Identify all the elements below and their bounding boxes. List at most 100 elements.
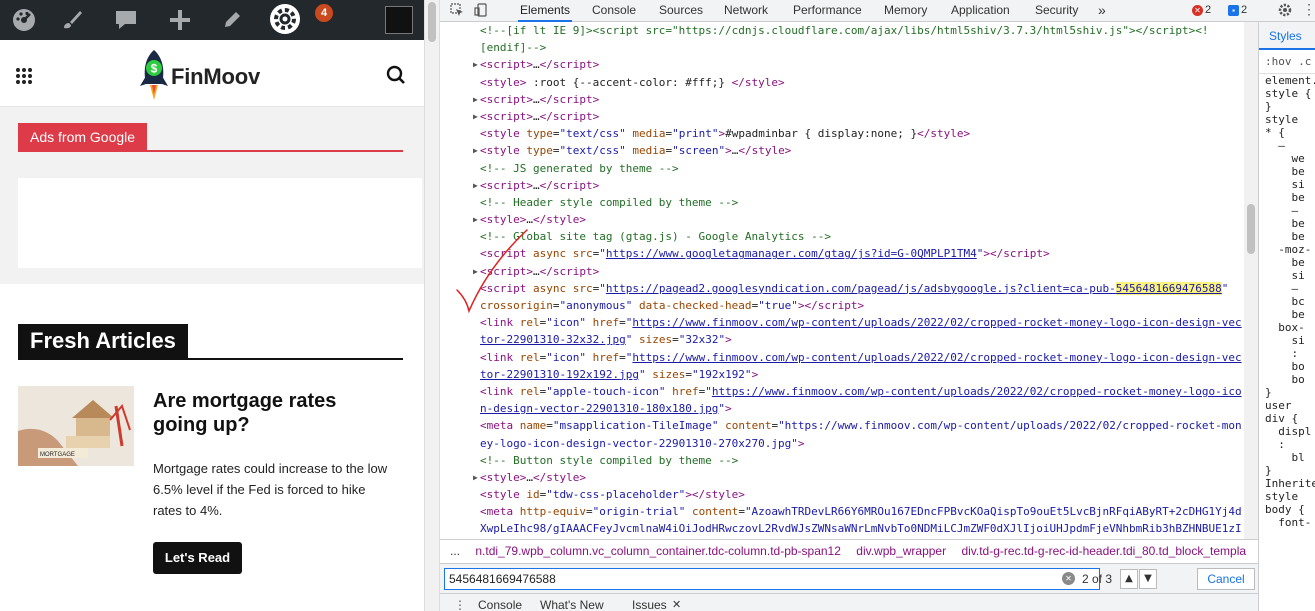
find-input[interactable]: 5456481669476588 xyxy=(444,568,1100,590)
dom-node-line[interactable]: <meta name="msapplication-TileImage" con… xyxy=(440,417,1250,434)
breadcrumb-item[interactable]: div.td-g-rec.td-g-rec-id-header.tdi_80.t… xyxy=(961,540,1246,563)
expand-triangle-icon[interactable]: ▶ xyxy=(473,91,478,108)
dom-node-code: <script>…</script> xyxy=(480,109,600,123)
dom-node-code: <!--[if lt IE 9]><script src="https://cd… xyxy=(480,24,1209,37)
ads-section: Ads from Google xyxy=(0,107,424,284)
article-title[interactable]: Are mortgage rates going up? xyxy=(153,389,393,437)
more-tabs-button[interactable]: » xyxy=(1096,0,1108,22)
dom-node-line[interactable]: <link rel="icon" href="https://www.finmo… xyxy=(440,314,1250,331)
breadcrumb-item[interactable]: div.wpb_wrapper xyxy=(856,540,946,563)
style-rule-line: } xyxy=(1265,464,1272,477)
dom-scrollbar-thumb[interactable] xyxy=(1247,204,1255,254)
clear-search-icon[interactable]: ✕ xyxy=(1062,572,1075,585)
tab-elements[interactable]: Elements xyxy=(518,0,573,22)
dom-node-line[interactable]: <style type="text/css" media="print">#wp… xyxy=(440,125,1250,142)
styles-filter-bar[interactable]: :hov .c xyxy=(1259,50,1315,74)
dom-node-line[interactable]: <link rel="icon" href="https://www.finmo… xyxy=(440,349,1250,366)
expand-triangle-icon[interactable]: ▶ xyxy=(473,108,478,125)
dom-node-line[interactable]: XwpLeIhc98/gIAAACFeyJvcmlnaW4iOiJodHRwcz… xyxy=(440,520,1250,537)
website-viewport: 4 $ FinMoov Ads from Google Fresh Articl… xyxy=(0,0,424,611)
thumbnail-caption: MORTGAGE xyxy=(40,452,75,458)
dom-node-line[interactable]: ▶ <style>…</style> xyxy=(440,211,1250,228)
dom-node-line[interactable]: ▶ <script>…</script> xyxy=(440,177,1250,194)
theme-settings-gear-icon[interactable] xyxy=(269,3,301,35)
search-icon[interactable] xyxy=(386,65,406,85)
dom-node-line[interactable]: tor-22901310-32x32.jpg" sizes="32x32"> xyxy=(440,331,1250,348)
user-avatar[interactable] xyxy=(385,6,413,34)
dom-node-line[interactable]: <!-- Header style compiled by theme --> xyxy=(440,194,1250,211)
new-content-plus-icon[interactable] xyxy=(166,7,194,33)
expand-triangle-icon[interactable]: ▶ xyxy=(473,177,478,194)
dom-node-line[interactable]: tor-22901310-192x192.jpg" sizes="192x192… xyxy=(440,366,1250,383)
dom-node-line[interactable]: <style id="tdw-css-placeholder"></style> xyxy=(440,486,1250,503)
expand-triangle-icon[interactable]: ▶ xyxy=(473,142,478,159)
site-logo[interactable]: $ FinMoov xyxy=(137,48,287,104)
dom-node-line[interactable]: <!--[if lt IE 9]><script src="https://cd… xyxy=(440,22,1250,39)
expand-triangle-icon[interactable]: ▶ xyxy=(473,263,478,280)
tab-application[interactable]: Application xyxy=(949,0,1012,22)
dom-node-line[interactable]: ▶ <script>…</script> xyxy=(440,56,1250,73)
tab-sources[interactable]: Sources xyxy=(657,0,705,22)
dom-node-line[interactable]: crossorigin="anonymous" data-checked-hea… xyxy=(440,297,1250,314)
dom-node-line[interactable]: <meta http-equiv="origin-trial" content=… xyxy=(440,503,1250,520)
breadcrumb-item[interactable]: n.tdi_79.wpb_column.vc_column_container.… xyxy=(475,540,841,563)
cancel-find-button[interactable]: Cancel xyxy=(1197,568,1255,590)
tab-security[interactable]: Security xyxy=(1033,0,1080,22)
tab-console[interactable]: Console xyxy=(590,0,638,22)
ad-slot[interactable] xyxy=(18,178,422,268)
expand-triangle-icon[interactable]: ▶ xyxy=(473,469,478,486)
style-rule-line: si xyxy=(1265,334,1305,347)
breadcrumb-ellipsis[interactable]: ... xyxy=(450,540,460,563)
settings-gear-icon[interactable] xyxy=(1278,3,1292,17)
dom-node-line[interactable]: ▶ <script>…</script> xyxy=(440,91,1250,108)
expand-triangle-icon[interactable]: ▶ xyxy=(473,211,478,228)
edit-pencil-icon[interactable] xyxy=(218,7,246,33)
page-scrollbar[interactable] xyxy=(424,0,440,611)
drawer-tab-console[interactable]: Console xyxy=(478,594,522,611)
dom-node-line[interactable]: ▶ <script>…</script> xyxy=(440,263,1250,280)
previous-match-button[interactable]: ▲ xyxy=(1120,569,1138,589)
dom-node-line[interactable]: ey-logo-icon-design-vector-22901310-270x… xyxy=(440,435,1250,452)
close-issues-icon[interactable]: ✕ xyxy=(672,594,681,611)
drawer-menu-icon[interactable]: ⋮ xyxy=(454,594,466,611)
dom-node-line[interactable]: <script async src="https://pagead2.googl… xyxy=(440,280,1250,297)
tab-network[interactable]: Network xyxy=(722,0,770,22)
dom-node-line[interactable]: n-design-vector-22901310-180x180.jpg"> xyxy=(440,400,1250,417)
dom-tree[interactable]: <!--[if lt IE 9]><script src="https://cd… xyxy=(440,22,1250,539)
dom-node-line[interactable]: <link rel="apple-touch-icon" href="https… xyxy=(440,383,1250,400)
next-match-button[interactable]: ▼ xyxy=(1139,569,1157,589)
dom-node-line[interactable]: <!-- JS generated by theme --> xyxy=(440,160,1250,177)
tab-styles[interactable]: Styles xyxy=(1259,22,1315,50)
dom-node-line[interactable]: <!-- Global site tag (gtag.js) - Google … xyxy=(440,228,1250,245)
drawer-tab-issues[interactable]: Issues xyxy=(632,594,667,611)
lets-read-button[interactable]: Let's Read xyxy=(153,542,242,574)
menu-grid-icon[interactable] xyxy=(16,68,33,85)
style-rule-line: — xyxy=(1265,139,1285,152)
article-excerpt: Mortgage rates could increase to the low… xyxy=(153,461,388,518)
dom-node-line[interactable]: ▶ <script>…</script> xyxy=(440,108,1250,125)
dom-scrollbar[interactable] xyxy=(1244,22,1258,539)
inspect-element-icon[interactable] xyxy=(450,3,464,17)
dom-node-line[interactable]: [endif]--> xyxy=(440,39,1250,56)
page-scrollbar-thumb[interactable] xyxy=(428,2,436,42)
dom-node-line[interactable]: <style> :root {--accent-color: #fff;} </… xyxy=(440,74,1250,91)
errors-counter[interactable]: ✕ 2 xyxy=(1192,3,1211,18)
dom-node-line[interactable]: <script async src="https://www.googletag… xyxy=(440,245,1250,262)
more-options-icon[interactable]: ⋮ xyxy=(1302,2,1315,17)
customize-brush-icon[interactable] xyxy=(58,7,86,33)
expand-triangle-icon[interactable]: ▶ xyxy=(473,56,478,73)
article-thumbnail[interactable]: MORTGAGE xyxy=(18,386,134,466)
messages-counter[interactable]: ▪ 2 xyxy=(1228,3,1247,18)
dom-node-code: <script async src="https://pagead2.googl… xyxy=(480,281,1229,295)
tab-memory[interactable]: Memory xyxy=(882,0,929,22)
dom-node-line[interactable]: <!-- Button style compiled by theme --> xyxy=(440,452,1250,469)
dashboard-icon[interactable] xyxy=(10,7,38,33)
dom-node-line[interactable]: ▶ <style>…</style> xyxy=(440,469,1250,486)
tab-performance[interactable]: Performance xyxy=(791,0,864,22)
ads-label: Ads from Google xyxy=(18,123,148,151)
device-toolbar-icon[interactable] xyxy=(474,3,488,17)
drawer-tab-whats-new[interactable]: What's New xyxy=(540,594,604,611)
style-rule-line: } xyxy=(1265,386,1272,399)
comments-icon[interactable] xyxy=(112,7,140,33)
dom-node-line[interactable]: ▶ <style type="text/css" media="screen">…… xyxy=(440,142,1250,159)
